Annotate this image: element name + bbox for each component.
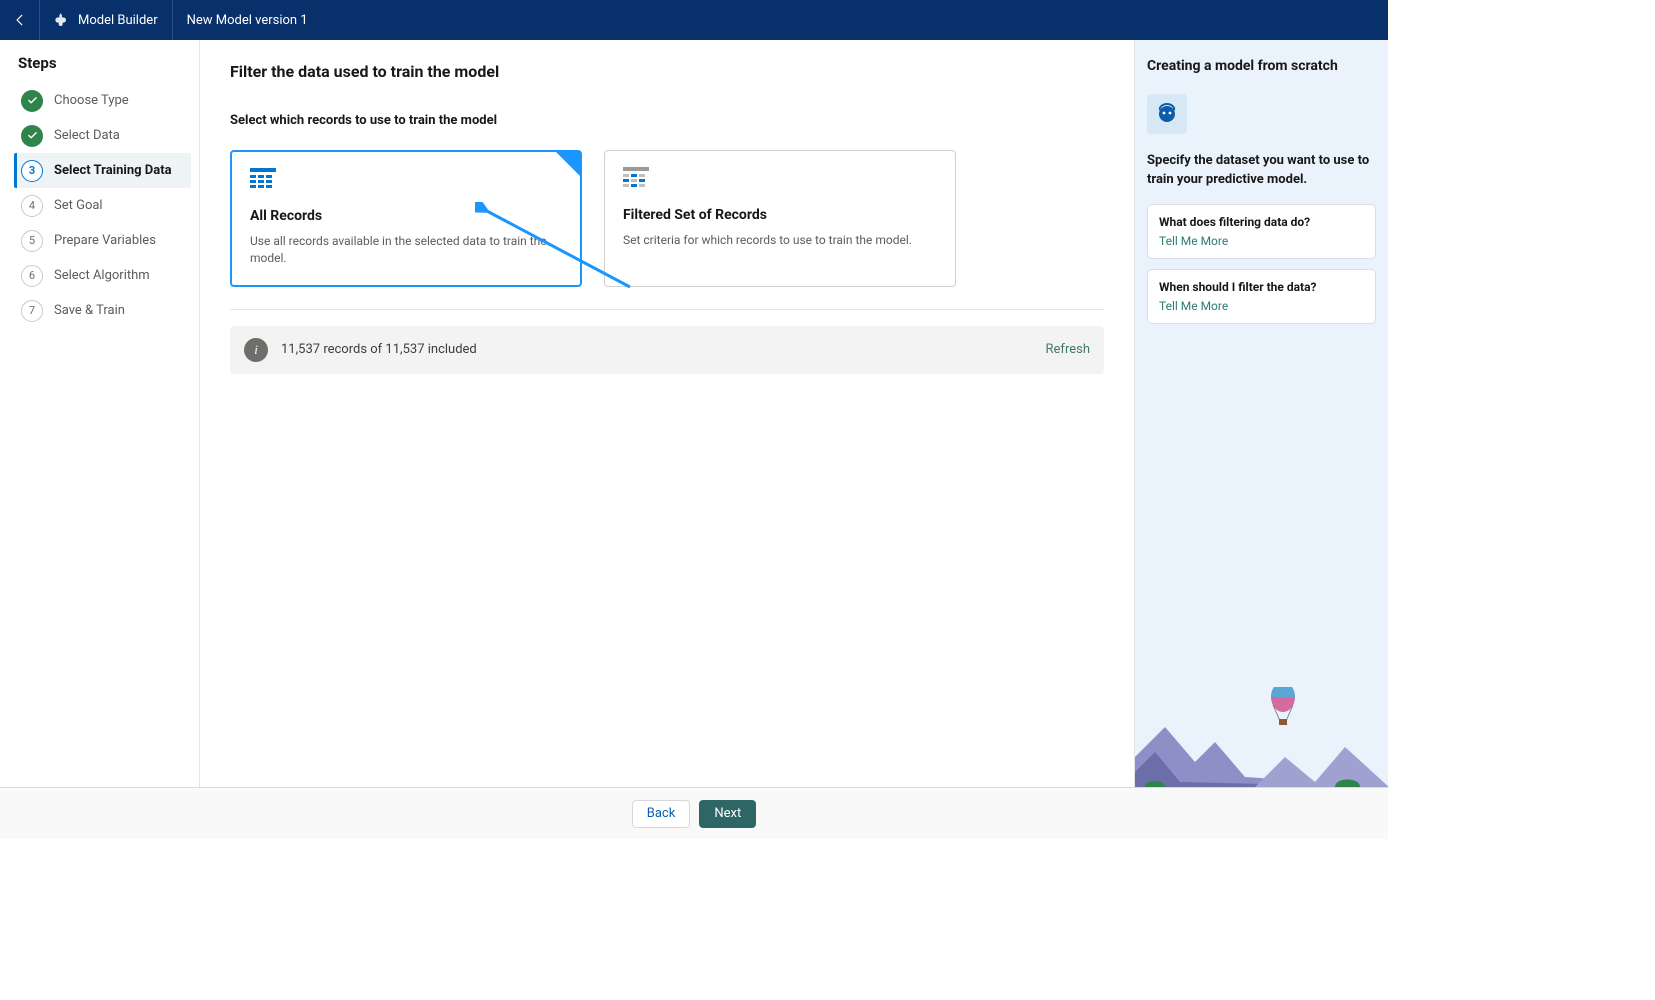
help-panel: Creating a model from scratch Specify th… — [1134, 40, 1388, 787]
top-bar: Model Builder New Model version 1 — [0, 0, 1388, 40]
card-desc: Set criteria for which records to use to… — [623, 232, 937, 249]
model-builder-icon — [54, 12, 70, 28]
step-choose-type[interactable]: Choose Type — [14, 83, 191, 118]
selected-check-icon — [567, 153, 578, 172]
step-select-training-data[interactable]: 3 Select Training Data — [14, 153, 191, 188]
help-question: What does filtering data do? — [1159, 215, 1364, 229]
help-card-filtering: What does filtering data do? Tell Me Mor… — [1147, 204, 1376, 259]
decorative-landscape-icon — [1135, 687, 1388, 787]
step-label: Select Algorithm — [54, 268, 150, 283]
option-cards: All Records Use all records available in… — [230, 150, 1104, 287]
table-icon — [250, 168, 562, 194]
help-heading: Creating a model from scratch — [1147, 58, 1376, 74]
card-title: All Records — [250, 208, 562, 224]
steps-sidebar: Steps Choose Type Select Data 3 Select T… — [0, 40, 200, 787]
app-title-segment: Model Builder — [40, 0, 173, 40]
step-save-train[interactable]: 7 Save & Train — [14, 293, 191, 328]
step-label: Choose Type — [54, 93, 129, 108]
check-icon — [21, 125, 43, 147]
tell-me-more-link[interactable]: Tell Me More — [1159, 299, 1364, 313]
step-number: 6 — [21, 265, 43, 287]
main-content: Filter the data used to train the model … — [200, 40, 1134, 787]
tell-me-more-link[interactable]: Tell Me More — [1159, 234, 1364, 248]
refresh-link[interactable]: Refresh — [1046, 342, 1090, 357]
records-info-bar: i 11,537 records of 11,537 included Refr… — [230, 326, 1104, 374]
back-button[interactable]: Back — [632, 800, 691, 828]
model-name: New Model version 1 — [173, 13, 322, 28]
divider — [230, 309, 1104, 310]
main-area: Steps Choose Type Select Data 3 Select T… — [0, 40, 1388, 787]
card-desc: Use all records available in the selecte… — [250, 233, 562, 267]
step-number: 3 — [21, 160, 43, 182]
step-select-algorithm[interactable]: 6 Select Algorithm — [14, 258, 191, 293]
step-label: Select Data — [54, 128, 120, 143]
page-title: Filter the data used to train the model — [230, 62, 1104, 81]
step-set-goal[interactable]: 4 Set Goal — [14, 188, 191, 223]
step-label: Prepare Variables — [54, 233, 156, 248]
steps-heading: Steps — [18, 54, 191, 72]
back-arrow-button[interactable] — [0, 0, 40, 40]
step-number: 7 — [21, 300, 43, 322]
step-number: 5 — [21, 230, 43, 252]
wizard-footer: Back Next — [0, 787, 1388, 839]
section-prompt: Select which records to use to train the… — [230, 113, 1104, 128]
step-number: 4 — [21, 195, 43, 217]
step-label: Select Training Data — [54, 163, 172, 178]
app-title: Model Builder — [78, 13, 158, 28]
step-label: Set Goal — [54, 198, 103, 213]
records-count-text: 11,537 records of 11,537 included — [281, 342, 477, 357]
step-prepare-variables[interactable]: 5 Prepare Variables — [14, 223, 191, 258]
step-select-data[interactable]: Select Data — [14, 118, 191, 153]
help-question: When should I filter the data? — [1159, 280, 1364, 294]
card-filtered-records[interactable]: Filtered Set of Records Set criteria for… — [604, 150, 956, 287]
info-icon: i — [244, 338, 268, 362]
help-subtitle: Specify the dataset you want to use to t… — [1147, 152, 1376, 190]
arrow-left-icon — [13, 13, 27, 27]
check-icon — [21, 90, 43, 112]
card-all-records[interactable]: All Records Use all records available in… — [230, 150, 582, 287]
table-filtered-icon — [623, 167, 937, 193]
next-button[interactable]: Next — [699, 800, 756, 828]
card-title: Filtered Set of Records — [623, 207, 937, 223]
help-card-when-filter: When should I filter the data? Tell Me M… — [1147, 269, 1376, 324]
step-label: Save & Train — [54, 303, 125, 318]
einstein-avatar-icon — [1147, 94, 1187, 134]
